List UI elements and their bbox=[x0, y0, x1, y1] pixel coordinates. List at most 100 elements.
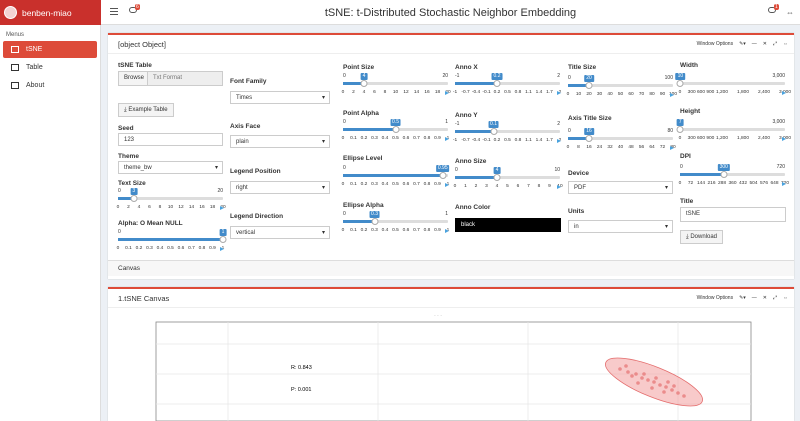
slider-track[interactable] bbox=[343, 126, 448, 133]
expand-icon[interactable]: ⤢ bbox=[773, 295, 777, 301]
slider-min-label: 0 bbox=[680, 164, 683, 170]
slider-track[interactable] bbox=[568, 82, 673, 89]
play-animation-icon[interactable] bbox=[557, 139, 561, 143]
slider-track[interactable] bbox=[676, 80, 785, 87]
resize-handle-icon[interactable]: · · · bbox=[434, 313, 442, 319]
slider-track[interactable] bbox=[118, 236, 227, 243]
play-animation-icon[interactable] bbox=[782, 137, 786, 141]
sidebar-item-tsne[interactable]: tSNE bbox=[3, 41, 97, 58]
close-icon[interactable]: ✕ bbox=[763, 41, 767, 47]
slider-track[interactable] bbox=[343, 80, 448, 87]
slider-track[interactable] bbox=[568, 135, 673, 142]
height-slider[interactable]: 03,00070300 600 9001,2001,8002,4003,000 bbox=[676, 119, 791, 143]
slider-track[interactable] bbox=[455, 80, 560, 87]
play-animation-icon[interactable] bbox=[557, 185, 561, 189]
data-point bbox=[682, 394, 686, 398]
theme-select[interactable]: theme_bw bbox=[118, 161, 223, 174]
dpi-slider[interactable]: 0 720 300 0 72 144 216 288 360 432 504 576 648 720 bbox=[679, 164, 789, 188]
anno-y-slider[interactable]: -1 2 0.1 -1 -0.7 -0.4 -0.1 0.2 0.5 0.8 1.1 1.4 1.7 2 bbox=[453, 121, 561, 145]
slider-ticks: 0 300 600 900 1,200 1,800 2,400 3,000 bbox=[679, 136, 791, 143]
example-table-button[interactable]: ⤓ Example Table bbox=[118, 103, 174, 117]
slider-tick-label: 6 bbox=[516, 184, 520, 189]
play-animation-icon[interactable] bbox=[445, 91, 449, 95]
slider-handle[interactable] bbox=[676, 126, 684, 133]
file-name-field[interactable]: Txt Format bbox=[147, 71, 223, 86]
play-animation-icon[interactable] bbox=[670, 93, 674, 97]
slider-tick-label: 1.4 bbox=[535, 138, 543, 143]
sidebar-item-about[interactable]: About bbox=[3, 77, 97, 94]
notifications-icon[interactable]: 1 bbox=[768, 4, 779, 16]
slider-tick-label: 1.1 bbox=[525, 90, 532, 95]
anno-color-input[interactable]: black bbox=[455, 218, 561, 232]
play-animation-icon[interactable] bbox=[782, 182, 786, 186]
play-animation-icon[interactable] bbox=[782, 91, 786, 95]
slider-handle[interactable] bbox=[219, 236, 227, 243]
data-point bbox=[642, 372, 646, 376]
play-animation-icon[interactable] bbox=[220, 206, 224, 210]
close-icon[interactable]: ✕ bbox=[763, 295, 767, 301]
download-button[interactable]: ⤓ Download bbox=[680, 230, 724, 244]
title-size-slider[interactable]: 0 100 20 0 10 20 30 40 50 60 70 80 90 100 bbox=[567, 75, 677, 99]
slider-handle[interactable] bbox=[360, 80, 368, 87]
user-panel[interactable]: benben-miao bbox=[0, 0, 101, 25]
expand-icon[interactable]: ⤢ bbox=[773, 41, 777, 47]
window-options-label[interactable]: Window Options bbox=[697, 41, 733, 47]
title-input[interactable]: tSNE bbox=[680, 207, 786, 222]
point-alpha-slider[interactable]: 0 1 0.5 0 0.1 0.2 0.3 0.4 0.5 0.6 0.7 0.8 0.9 1 bbox=[342, 119, 449, 143]
slider-handle[interactable] bbox=[130, 195, 138, 202]
slider-handle[interactable] bbox=[392, 126, 399, 133]
play-animation-icon[interactable] bbox=[445, 137, 449, 141]
slider-track[interactable] bbox=[680, 171, 785, 178]
axis-title-size-slider[interactable]: 0 80 16 0 8 16 24 32 40 48 56 64 72 80 bbox=[567, 128, 676, 152]
wrench-icon[interactable]: ✎▾ bbox=[739, 41, 746, 47]
wrench-icon[interactable]: ✎▾ bbox=[739, 295, 746, 301]
slider-track[interactable] bbox=[118, 195, 223, 202]
collapse-icon[interactable]: ⇔ bbox=[783, 295, 788, 301]
point-size-slider[interactable]: 0 20 4 0 2 4 6 8 10 12 14 16 18 20 bbox=[342, 73, 451, 97]
browse-button[interactable]: Browse bbox=[118, 71, 151, 86]
minimize-icon[interactable]: — bbox=[752, 41, 757, 47]
text-size-slider[interactable]: 0 20 3 0 2 4 6 8 10 12 14 16 18 20 bbox=[117, 188, 226, 212]
slider-handle[interactable] bbox=[439, 172, 447, 179]
ellipse-alpha-slider[interactable]: 0 1 0.3 0 0.1 0.2 0.3 0.4 0.5 0.6 0.7 0.8 0.9 1 bbox=[342, 211, 449, 235]
slider-track[interactable] bbox=[676, 126, 785, 133]
minimize-icon[interactable]: — bbox=[752, 295, 757, 301]
slider-track[interactable] bbox=[455, 174, 560, 181]
font-family-select[interactable]: Times bbox=[230, 91, 330, 104]
collapse-icon[interactable]: ⇔ bbox=[783, 41, 788, 47]
play-animation-icon[interactable] bbox=[220, 247, 224, 251]
units-select[interactable]: in bbox=[568, 220, 673, 233]
legend-position-select[interactable]: right bbox=[230, 181, 330, 194]
alpha-mean-slider[interactable]: 01100.10.20.30.40.50.60.70.80.91 bbox=[117, 229, 227, 253]
slider-track[interactable] bbox=[343, 172, 448, 179]
slider-handle[interactable] bbox=[676, 80, 684, 87]
anno-size-slider[interactable]: 0 10 4 0 1 2 3 4 5 6 7 8 9 10 bbox=[454, 167, 563, 191]
slider-track[interactable] bbox=[455, 128, 560, 135]
slider-handle[interactable] bbox=[371, 218, 378, 225]
sidebar-item-table[interactable]: Table bbox=[3, 59, 97, 76]
ellipse-level-slider[interactable]: 010.9500.10.20.30.40.50.60.70.80.91 bbox=[342, 165, 450, 189]
slider-track[interactable] bbox=[343, 218, 448, 225]
slider-handle[interactable] bbox=[493, 174, 501, 181]
axis-face-select[interactable]: plain bbox=[230, 135, 330, 148]
play-animation-icon[interactable] bbox=[445, 183, 449, 187]
legend-direction-select[interactable]: vertical bbox=[230, 226, 330, 239]
slider-tick-label: 1.1 bbox=[525, 138, 532, 143]
slider-handle[interactable] bbox=[720, 171, 728, 178]
slider-handle[interactable] bbox=[585, 135, 593, 142]
device-select[interactable]: PDF bbox=[568, 181, 673, 194]
slider-handle[interactable] bbox=[493, 80, 501, 87]
settings-icon[interactable]: ⇔ bbox=[786, 8, 794, 17]
anno-size-label: Anno Size bbox=[455, 158, 487, 165]
play-animation-icon[interactable] bbox=[670, 146, 674, 150]
play-animation-icon[interactable] bbox=[445, 229, 449, 233]
seed-input[interactable]: 123 bbox=[118, 133, 223, 146]
slider-handle[interactable] bbox=[490, 128, 497, 135]
width-slider[interactable]: 03,000100300 600 9001,2001,8002,4003,000 bbox=[675, 73, 791, 97]
alpha-mean-label: Alpha: O Mean NULL bbox=[118, 220, 183, 227]
canvas-tab[interactable]: Canvas bbox=[108, 260, 794, 276]
play-animation-icon[interactable] bbox=[557, 91, 561, 95]
window-options-label[interactable]: Window Options bbox=[697, 295, 733, 301]
slider-handle[interactable] bbox=[585, 82, 593, 89]
anno-x-slider[interactable]: -1 2 0.2 -1 -0.7 -0.4 -0.1 0.2 0.5 0.8 1.1 1.4 1.7 2 bbox=[453, 73, 561, 97]
